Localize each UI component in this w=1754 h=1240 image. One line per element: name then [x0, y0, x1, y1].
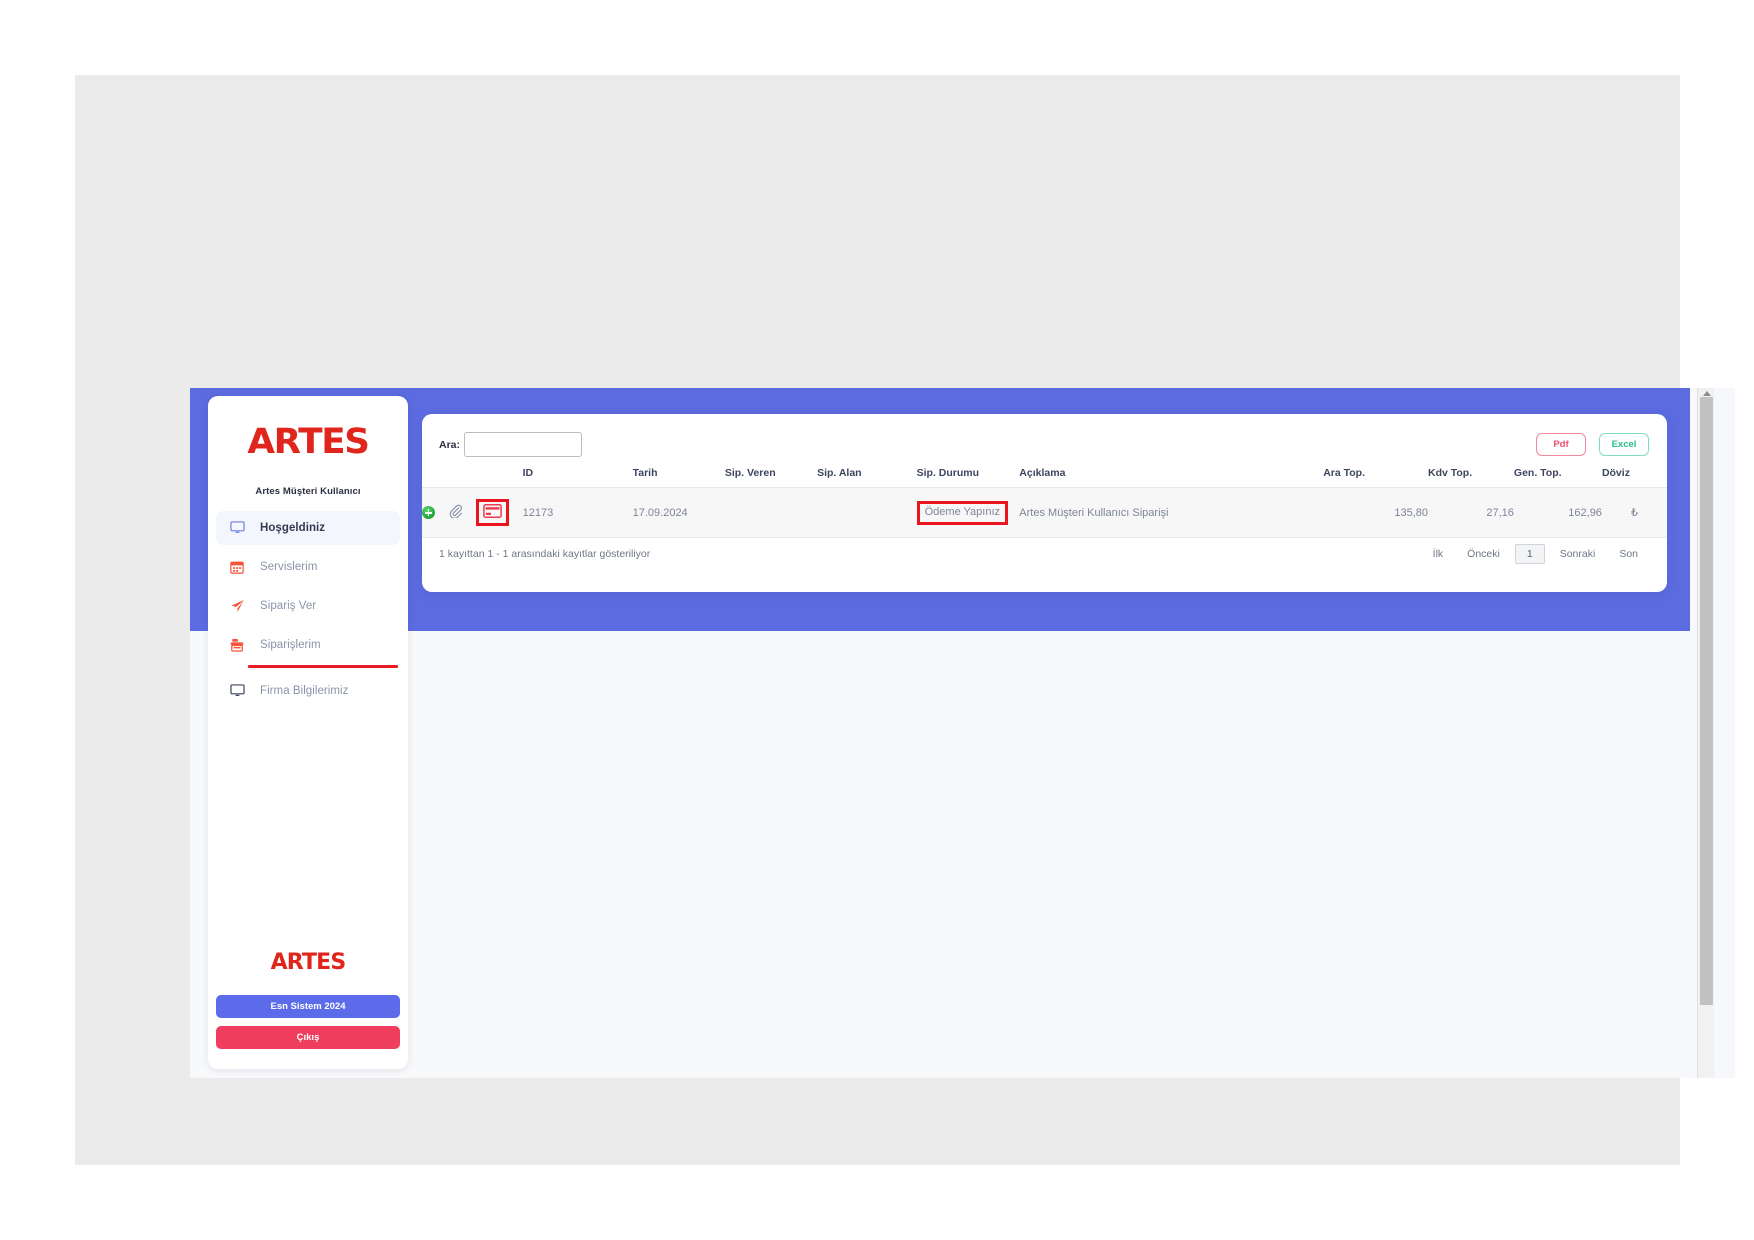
payment-card-icon-highlight — [476, 499, 509, 526]
orders-table-body: 12173 17.09.2024 Ödeme Yapınız Artes Müş… — [422, 487, 1667, 538]
cell-aciklama: Artes Müşteri Kullanıcı Siparişi — [1019, 487, 1324, 538]
export-button-group: Pdf Excel — [1536, 433, 1649, 456]
pagination: İlk Önceki 1 Sonraki Son — [1421, 544, 1650, 564]
order-status-text: Ödeme Yapınız — [924, 505, 1001, 518]
records-info: 1 kayıttan 1 - 1 arasındaki kayıtlar gös… — [439, 548, 651, 560]
pagination-previous[interactable]: Önceki — [1455, 548, 1512, 560]
vertical-scrollbar[interactable] — [1697, 388, 1714, 1078]
scroll-up-arrow-icon[interactable] — [1703, 391, 1711, 396]
pagination-next[interactable]: Sonraki — [1548, 548, 1608, 560]
version-button[interactable]: Esn Sistem 2024 — [216, 995, 400, 1018]
column-header-sip-alan[interactable]: Sip. Alan — [817, 467, 917, 488]
monitor-icon — [230, 682, 250, 700]
sidebar-item-siparislerim[interactable]: Siparişlerim — [216, 628, 400, 668]
cell-kdv-top: 27,16 — [1428, 487, 1514, 538]
column-header-gen-top[interactable]: Gen. Top. — [1513, 467, 1602, 488]
column-header-aciklama[interactable]: Açıklama — [1019, 467, 1324, 488]
column-header-sip-veren[interactable]: Sip. Veren — [724, 467, 818, 488]
sidebar-item-firma-bilgilerimiz[interactable]: Firma Bilgilerimiz — [216, 674, 400, 708]
search-label: Ara: — [439, 438, 461, 451]
active-section-underline — [248, 665, 398, 668]
orders-card: Ara: Pdf Excel ID Tarih Sip. Veren Sip. … — [422, 414, 1667, 592]
orders-toolbar: Ara: Pdf Excel — [422, 414, 1667, 467]
column-header-doviz[interactable]: Döviz — [1601, 467, 1667, 488]
add-icon[interactable] — [422, 506, 435, 519]
sidebar-nav: Hoşgeldiniz Servislerim Sipariş Ver Sipa… — [208, 511, 408, 708]
table-row[interactable]: 12173 17.09.2024 Ödeme Yapınız Artes Müş… — [422, 487, 1667, 538]
order-status-highlight: Ödeme Yapınız — [916, 500, 1009, 525]
sidebar-footer-logo: ARTES — [270, 950, 347, 975]
cell-sip-alan — [817, 487, 917, 538]
search-group: Ara: — [439, 432, 583, 457]
sidebar-logo: ARTES — [247, 422, 370, 462]
search-input[interactable] — [464, 432, 583, 457]
cell-gen-top: 162,96 — [1513, 487, 1602, 538]
payment-card-icon[interactable] — [483, 504, 502, 521]
row-actions-cell — [422, 487, 523, 538]
pagination-first[interactable]: İlk — [1421, 548, 1456, 560]
monitor-icon — [230, 519, 250, 537]
app-window: ARTES Artes Müşteri Kullanıcı Hoşgeldini… — [190, 388, 1735, 1078]
sidebar-subtitle: Artes Müşteri Kullanıcı — [255, 486, 361, 497]
logout-button[interactable]: Çıkış — [216, 1026, 400, 1049]
table-header-row: ID Tarih Sip. Veren Sip. Alan Sip. Durum… — [422, 467, 1667, 488]
sidebar-item-label: Firma Bilgilerimiz — [260, 685, 349, 697]
cell-doviz: ₺ — [1601, 487, 1667, 538]
cash-register-icon — [230, 636, 250, 654]
browser-viewport: ARTES Artes Müşteri Kullanıcı Hoşgeldini… — [75, 75, 1735, 1165]
app-body-background — [190, 631, 1690, 1078]
orders-table-head: ID Tarih Sip. Veren Sip. Alan Sip. Durum… — [422, 467, 1667, 488]
sidebar-footer: ARTES Esn Sistem 2024 Çıkış — [208, 952, 408, 1057]
pdf-export-button[interactable]: Pdf — [1536, 433, 1586, 456]
cell-tarih: 17.09.2024 — [632, 487, 725, 538]
column-header-actions[interactable] — [422, 467, 523, 488]
excel-export-button[interactable]: Excel — [1599, 433, 1649, 456]
sidebar-item-label: Hoşgeldiniz — [260, 522, 326, 534]
table-footer: 1 kayıttan 1 - 1 arasındaki kayıtlar gös… — [422, 538, 1667, 570]
sidebar-item-label: Siparişlerim — [260, 639, 321, 651]
pagination-page-1[interactable]: 1 — [1514, 544, 1545, 564]
orders-table: ID Tarih Sip. Veren Sip. Alan Sip. Durum… — [422, 467, 1667, 538]
calendar-icon — [230, 558, 250, 576]
sidebar-item-label: Sipariş Ver — [260, 600, 317, 612]
paper-plane-icon — [230, 597, 250, 615]
attachment-icon[interactable] — [449, 504, 463, 521]
sidebar-item-hosgeldiniz[interactable]: Hoşgeldiniz — [216, 511, 400, 545]
sidebar-item-label: Servislerim — [260, 561, 318, 573]
cell-sip-veren — [724, 487, 818, 538]
sidebar: ARTES Artes Müşteri Kullanıcı Hoşgeldini… — [208, 396, 408, 1069]
sidebar-item-siparis-ver[interactable]: Sipariş Ver — [216, 589, 400, 623]
column-header-tarih[interactable]: Tarih — [632, 467, 725, 488]
cell-id: 12173 — [522, 487, 633, 538]
sidebar-item-servislerim[interactable]: Servislerim — [216, 550, 400, 584]
column-header-id[interactable]: ID — [522, 467, 633, 488]
column-header-ara-top[interactable]: Ara Top. — [1323, 467, 1428, 488]
scrollbar-thumb[interactable] — [1700, 397, 1713, 1005]
pagination-last[interactable]: Son — [1607, 548, 1650, 560]
order-status-cell: Ödeme Yapınız — [916, 487, 1020, 538]
column-header-sip-durumu[interactable]: Sip. Durumu — [916, 467, 1020, 488]
cell-ara-top: 135,80 — [1323, 487, 1428, 538]
column-header-kdv-top[interactable]: Kdv Top. — [1428, 467, 1514, 488]
